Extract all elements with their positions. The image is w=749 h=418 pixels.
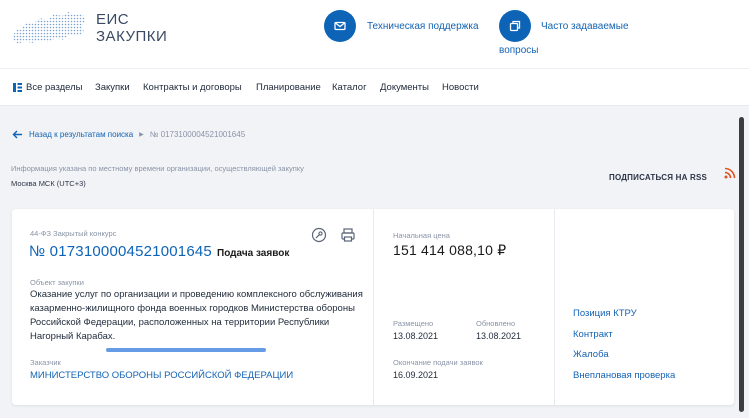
- customer-label: Заказчик: [30, 358, 61, 367]
- sections-grid-icon: [13, 83, 22, 92]
- deadline-label: Окончание подачи заявок: [393, 358, 483, 367]
- updated-value: 13.08.2021: [476, 331, 522, 341]
- updated-label: Обновлено: [476, 319, 516, 328]
- unscheduled-inspection-link[interactable]: Внеплановая проверка: [573, 370, 675, 381]
- site-header: ЕИС ЗАКУПКИ Техническая поддержка Часто …: [0, 0, 749, 68]
- breadcrumb: Назад к результатам поиска ▶ № 017310000…: [12, 130, 245, 139]
- arrow-left-icon[interactable]: [12, 130, 23, 139]
- nav-news[interactable]: Новости: [442, 82, 479, 93]
- rss-icon[interactable]: [724, 167, 736, 179]
- nav-all-sections[interactable]: Все разделы: [12, 82, 83, 93]
- deadline-value: 16.09.2021: [393, 370, 439, 380]
- nav-planning[interactable]: Планирование: [256, 82, 321, 93]
- law-type: 44-ФЗ Закрытый конкурс: [30, 229, 117, 238]
- print-icon[interactable]: [340, 227, 356, 243]
- breadcrumb-separator-icon: ▶: [139, 132, 144, 138]
- faq-link-line-2[interactable]: вопросы: [499, 45, 539, 56]
- nav-contracts[interactable]: Контракты и договоры: [143, 82, 242, 93]
- logo-line-1: ЕИС: [96, 11, 130, 28]
- support-button[interactable]: [324, 10, 356, 42]
- tender-card: 44-ФЗ Закрытый конкурс № 017310000452100…: [12, 209, 734, 405]
- column-divider: [373, 209, 374, 405]
- timezone-note: Информация указана по местному времени о…: [11, 164, 304, 173]
- back-to-results-link[interactable]: Назад к результатам поиска: [29, 130, 133, 139]
- highlight-underline: [106, 348, 266, 352]
- nav-purchases[interactable]: Закупки: [95, 82, 130, 93]
- ktru-position-link[interactable]: Позиция КТРУ: [573, 308, 637, 319]
- tender-number-link[interactable]: № 0173100004521001645: [29, 243, 212, 260]
- object-label: Объект закупки: [30, 278, 84, 287]
- tender-stage: Подача заявок: [217, 248, 290, 259]
- support-link[interactable]: Техническая поддержка: [367, 21, 479, 32]
- key-icon[interactable]: [311, 227, 327, 243]
- nav-all-sections-label: Все разделы: [26, 82, 83, 93]
- posted-value: 13.08.2021: [393, 331, 439, 341]
- nav-documents[interactable]: Документы: [380, 82, 429, 93]
- main-nav: Все разделы Закупки Контракты и договоры…: [0, 68, 749, 106]
- complaint-link[interactable]: Жалоба: [573, 349, 609, 360]
- copy-windows-icon: [509, 20, 521, 32]
- object-description: Оказание услуг по организации и проведен…: [30, 289, 363, 342]
- posted-label: Размещено: [393, 319, 434, 328]
- mail-icon: [334, 21, 346, 31]
- faq-link-line-1[interactable]: Часто задаваемые: [541, 21, 629, 32]
- logo-line-2: ЗАКУПКИ: [96, 28, 168, 45]
- logo-text[interactable]: ЕИС ЗАКУПКИ: [96, 11, 167, 45]
- page-scrollbar[interactable]: [739, 117, 744, 412]
- contract-link[interactable]: Контракт: [573, 329, 613, 340]
- russia-map-logo-icon[interactable]: [10, 8, 88, 48]
- timezone-value: Москва МСК (UTC+3): [11, 179, 86, 188]
- breadcrumb-current: № 0173100004521001645: [149, 130, 246, 139]
- price-label: Начальная цена: [393, 231, 450, 240]
- rss-subscribe-link[interactable]: ПОДПИСАТЬСЯ НА RSS: [609, 173, 707, 182]
- nav-catalog[interactable]: Каталог: [332, 82, 367, 93]
- faq-button[interactable]: [499, 10, 531, 42]
- column-divider: [554, 209, 555, 405]
- price-value: 151 414 088,10 ₽: [393, 242, 507, 258]
- customer-link[interactable]: МИНИСТЕРСТВО ОБОРОНЫ РОССИЙСКОЙ ФЕДЕРАЦИ…: [30, 370, 293, 381]
